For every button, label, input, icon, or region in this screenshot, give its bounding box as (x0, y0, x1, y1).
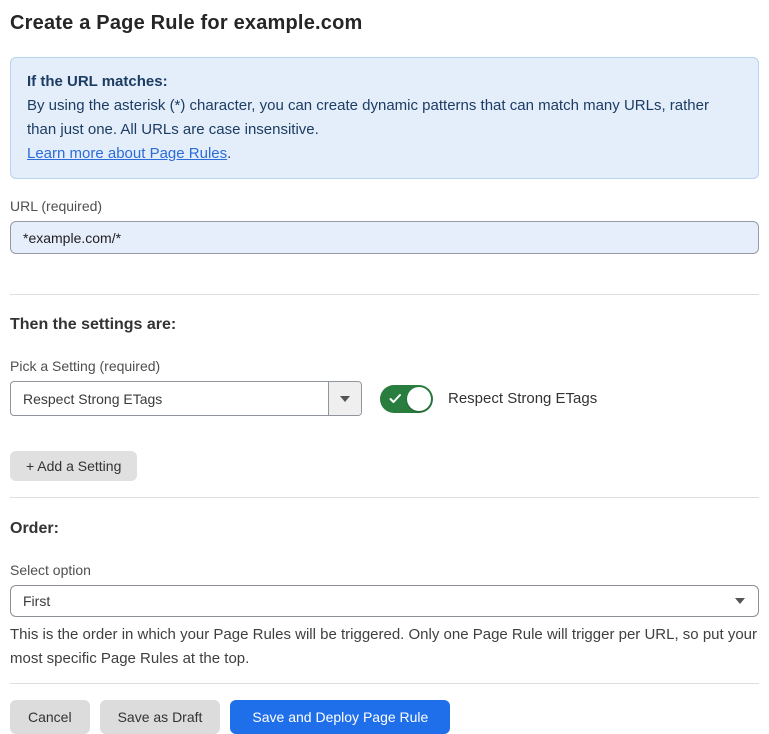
cancel-button[interactable]: Cancel (10, 700, 90, 734)
order-select-value: First (23, 593, 50, 609)
save-draft-button[interactable]: Save as Draft (100, 700, 221, 734)
info-box-heading: If the URL matches: (27, 70, 742, 94)
order-select-label: Select option (10, 562, 759, 578)
setting-row: Respect Strong ETags Respect Strong ETag… (10, 381, 759, 416)
section-divider (10, 497, 759, 498)
setting-select-arrow[interactable] (328, 382, 361, 415)
toggle-label: Respect Strong ETags (448, 390, 597, 407)
add-setting-button[interactable]: + Add a Setting (10, 451, 137, 481)
info-box-link-line: Learn more about Page Rules. (27, 142, 742, 166)
caret-down-icon (340, 396, 350, 402)
info-box-body: By using the asterisk (*) character, you… (27, 94, 742, 142)
section-divider (10, 294, 759, 295)
order-help-text: This is the order in which your Page Rul… (10, 623, 759, 671)
url-input[interactable] (10, 221, 759, 254)
page-rule-form: Create a Page Rule for example.com If th… (0, 0, 769, 734)
toggle-group: Respect Strong ETags (380, 385, 597, 413)
url-match-info-box: If the URL matches: By using the asteris… (10, 57, 759, 179)
setting-select[interactable]: Respect Strong ETags (10, 381, 362, 416)
order-select[interactable]: First (10, 585, 759, 617)
caret-down-icon (735, 598, 745, 604)
section-divider (10, 683, 759, 684)
check-icon (389, 393, 402, 404)
toggle-knob (407, 387, 431, 411)
page-title: Create a Page Rule for example.com (10, 12, 759, 35)
action-buttons: Cancel Save as Draft Save and Deploy Pag… (10, 700, 759, 734)
setting-select-value: Respect Strong ETags (11, 382, 328, 415)
url-label: URL (required) (10, 198, 759, 214)
save-deploy-button[interactable]: Save and Deploy Page Rule (230, 700, 450, 734)
setting-picker-label: Pick a Setting (required) (10, 358, 759, 374)
learn-more-link[interactable]: Learn more about Page Rules (27, 145, 227, 162)
link-period: . (227, 145, 231, 162)
order-heading: Order: (10, 520, 759, 538)
settings-heading: Then the settings are: (10, 316, 759, 334)
etags-toggle[interactable] (380, 385, 433, 413)
